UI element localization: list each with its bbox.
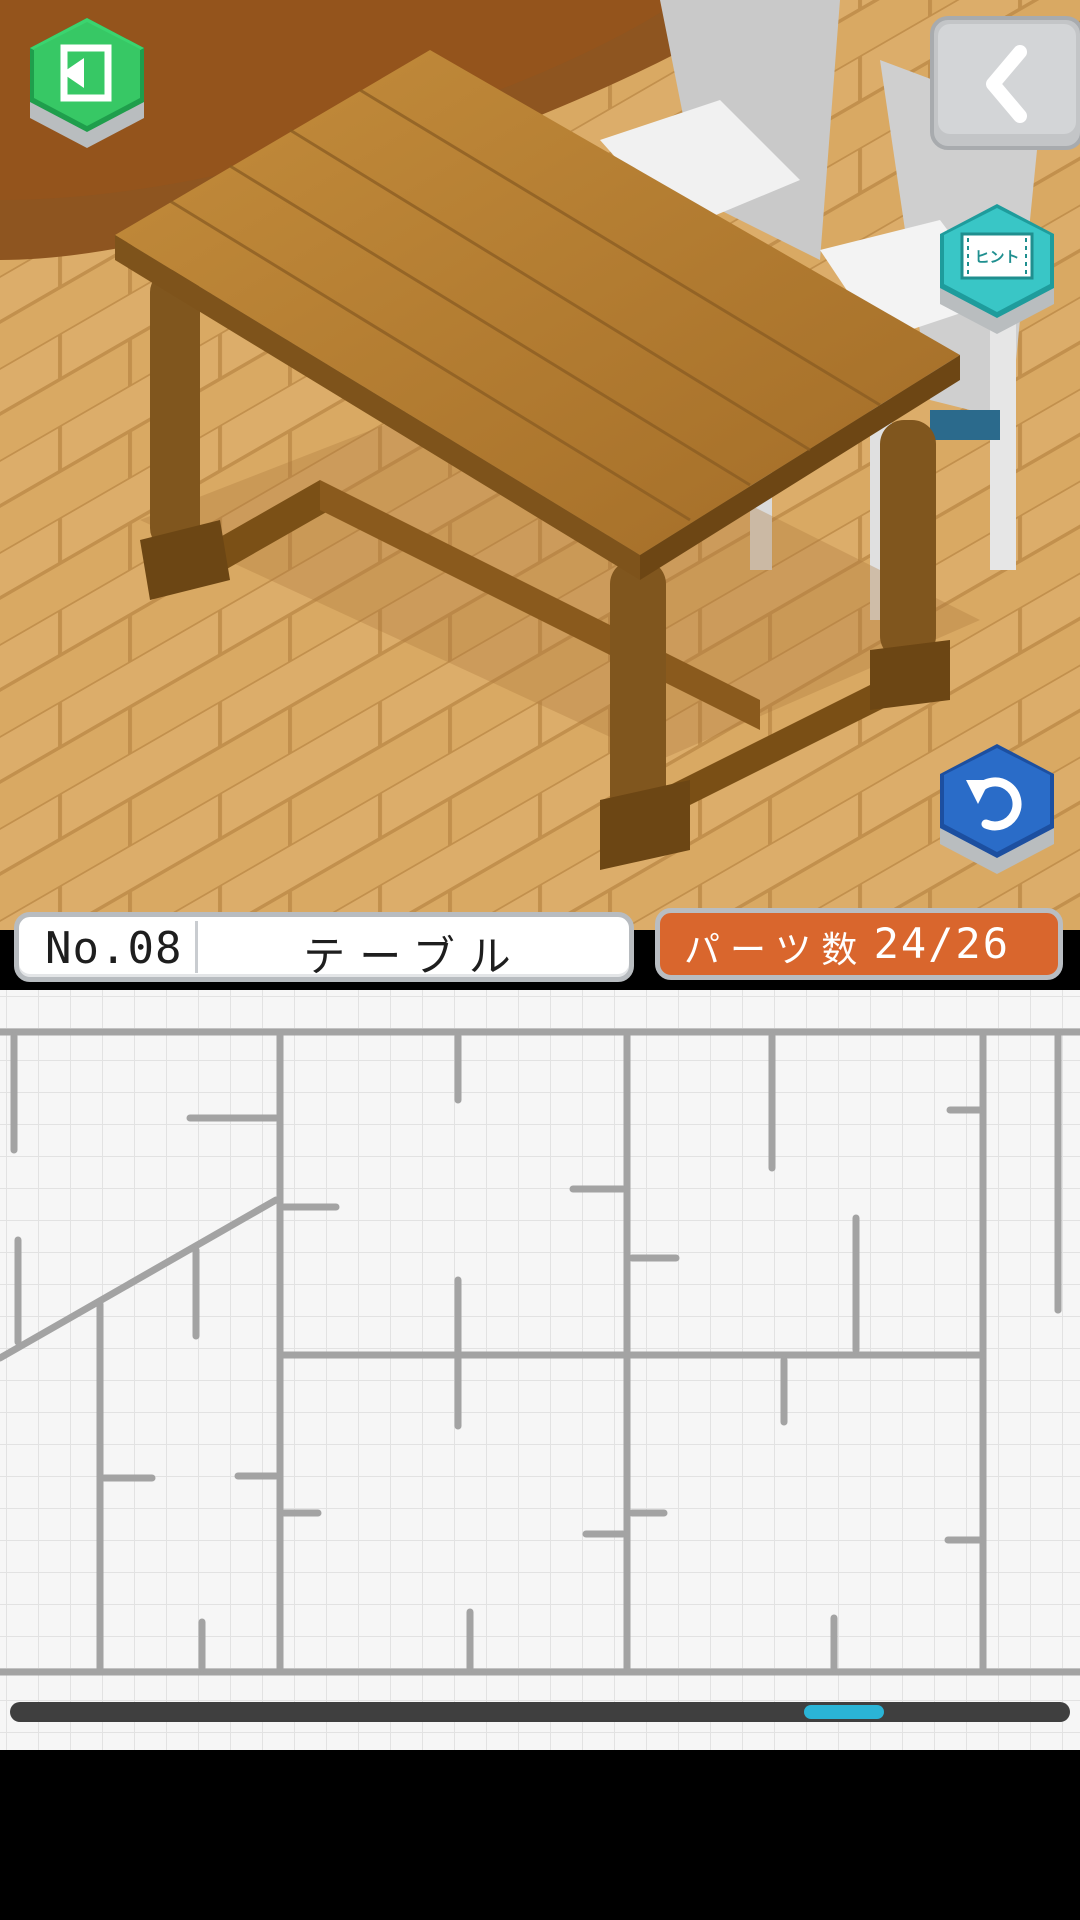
hint-label: ヒント bbox=[974, 248, 1019, 266]
parts-count-badge: パーツ数 24/26 bbox=[655, 908, 1063, 980]
parts-count: 24/26 bbox=[873, 919, 1010, 968]
parts-board[interactable] bbox=[0, 990, 1080, 1750]
level-title: テーブル bbox=[303, 932, 525, 981]
board-scrollbar[interactable] bbox=[10, 1702, 1070, 1722]
parts-sheet[interactable] bbox=[0, 990, 1080, 1750]
level-number: No.08 bbox=[45, 923, 183, 974]
hint-button[interactable]: ヒント bbox=[934, 204, 1060, 344]
divider bbox=[195, 921, 198, 973]
parts-label: パーツ数 bbox=[684, 930, 868, 971]
undo-button[interactable] bbox=[934, 744, 1060, 884]
undo-arrow-icon bbox=[940, 744, 1054, 874]
scrollbar-thumb[interactable] bbox=[804, 1705, 884, 1719]
exit-button[interactable] bbox=[24, 18, 150, 158]
chevron-left-icon bbox=[930, 16, 1080, 150]
scene-view bbox=[0, 0, 1080, 930]
part-diagonal bbox=[0, 1196, 280, 1362]
level-info-bar: No.08 テーブル パーツ数 24/26 bbox=[0, 900, 1080, 990]
hint-video-icon: ヒント bbox=[940, 204, 1054, 334]
back-button[interactable] bbox=[928, 14, 1080, 154]
table-scene-illustration bbox=[0, 0, 1080, 930]
exit-door-icon bbox=[30, 18, 144, 148]
level-name-box: No.08 テーブル bbox=[14, 912, 634, 982]
bottom-bar bbox=[0, 1750, 1080, 1920]
